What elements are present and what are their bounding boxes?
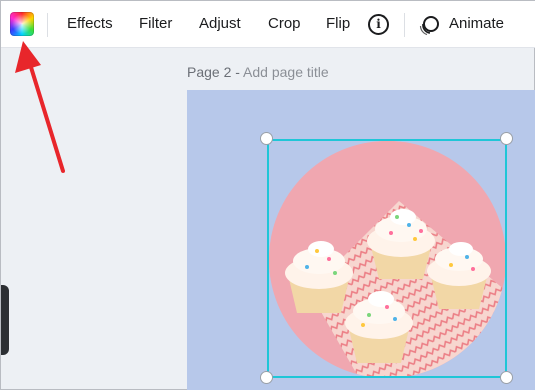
annotation-arrow [15,41,65,173]
